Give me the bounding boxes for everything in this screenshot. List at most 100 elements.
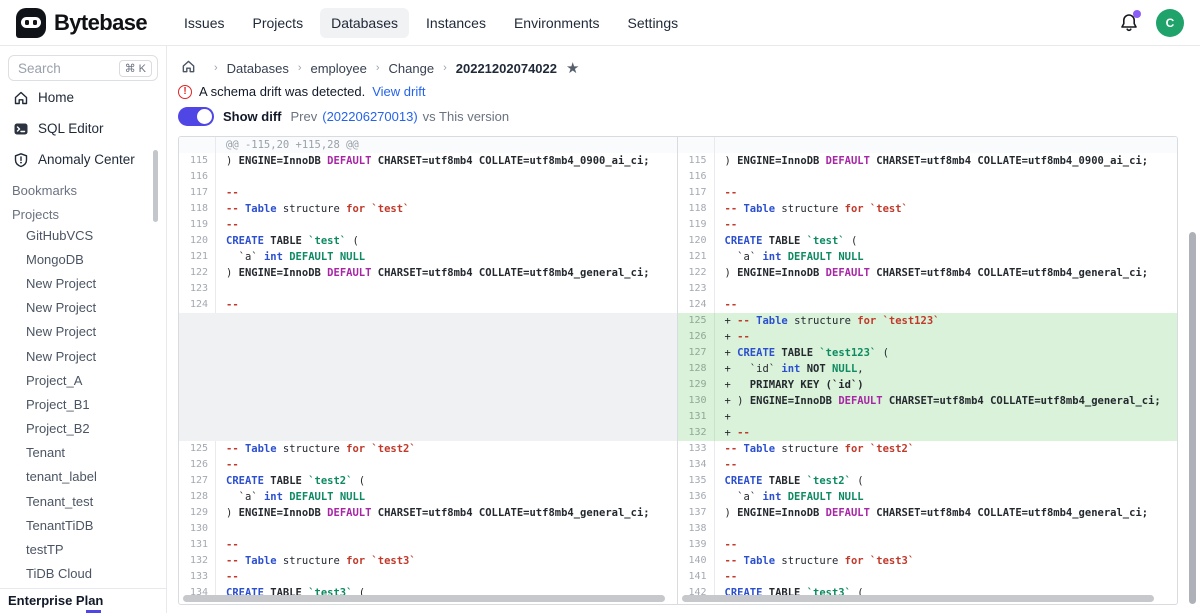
show-diff-toggle[interactable] xyxy=(178,107,214,126)
diff-row: 128+ `id` int NOT NULL, xyxy=(678,361,1178,377)
nav-item-settings[interactable]: Settings xyxy=(617,8,690,38)
diff-code-line xyxy=(216,521,226,537)
breadcrumb-item[interactable]: 20221202074022 xyxy=(456,61,557,76)
diff-code-line: `a` int DEFAULT NULL xyxy=(216,249,365,265)
drift-alert-text: A schema drift was detected. xyxy=(199,84,365,99)
diff-row: 124-- xyxy=(179,297,677,313)
diff-code-line: CREATE TABLE `test` ( xyxy=(216,233,359,249)
project-item[interactable]: New Project xyxy=(8,320,158,344)
left-horizontal-scrollbar[interactable] xyxy=(183,595,665,602)
right-horizontal-scrollbar[interactable] xyxy=(682,595,1154,602)
nav-item-databases[interactable]: Databases xyxy=(320,8,409,38)
project-item[interactable]: testTP xyxy=(8,537,158,561)
diff-line-number: 123 xyxy=(179,281,216,297)
diff-row: 133-- xyxy=(179,569,677,585)
bookmark-star-icon[interactable]: ★ xyxy=(566,61,579,76)
diff-line-number: 133 xyxy=(678,441,715,457)
diff-line-number: 139 xyxy=(678,537,715,553)
project-item[interactable]: Project_A xyxy=(8,368,158,392)
diff-code-line: -- Table structure for `test3` xyxy=(216,553,416,569)
diff-line-number: 129 xyxy=(179,505,216,521)
diff-hunk-row: @@ -115,20 +115,28 @@ xyxy=(179,137,677,153)
diff-row: 120CREATE TABLE `test` ( xyxy=(179,233,677,249)
diff-line-number: 132 xyxy=(179,553,216,569)
diff-row: 127+ CREATE TABLE `test123` ( xyxy=(678,345,1178,361)
search-box[interactable]: ⌘ K xyxy=(8,55,158,81)
project-item[interactable]: Tenant_test xyxy=(8,489,158,513)
diff-row: 140-- Table structure for `test3` xyxy=(678,553,1178,569)
project-item[interactable]: New Project xyxy=(8,344,158,368)
toggle-knob xyxy=(197,109,212,124)
search-input[interactable] xyxy=(18,61,96,76)
diff-line-number: 141 xyxy=(678,569,715,585)
diff-code-line: ) ENGINE=InnoDB DEFAULT CHARSET=utf8mb4 … xyxy=(715,265,1149,281)
avatar[interactable]: C xyxy=(1156,9,1184,37)
diff-line-number: 131 xyxy=(179,537,216,553)
primary-nav: IssuesProjectsDatabasesInstancesEnvironm… xyxy=(173,8,689,38)
project-item[interactable]: MongoDB xyxy=(8,247,158,271)
diff-line-number: 124 xyxy=(678,297,715,313)
diff-line-number: 128 xyxy=(678,361,715,377)
project-item[interactable]: tenant_label xyxy=(8,465,158,489)
diff-line-number: 128 xyxy=(179,489,216,505)
diff-row: 116 xyxy=(678,169,1178,185)
diff-row: 138 xyxy=(678,521,1178,537)
view-drift-link[interactable]: View drift xyxy=(372,84,425,99)
diff-code-line: + -- xyxy=(715,329,750,345)
project-item[interactable]: TiDB Cloud xyxy=(8,562,158,586)
enterprise-plan-label: Enterprise Plan xyxy=(0,588,166,613)
diff-line-number: 125 xyxy=(678,313,715,329)
project-item[interactable]: GitHubVCS xyxy=(8,223,158,247)
diff-line-number: 121 xyxy=(678,249,715,265)
diff-line-number: 132 xyxy=(678,425,715,441)
diff-line-number: 136 xyxy=(678,489,715,505)
sidebar-item-home[interactable]: Home xyxy=(8,83,158,112)
diff-row: 123 xyxy=(179,281,677,297)
project-item[interactable]: New Project xyxy=(8,296,158,320)
sidebar-item-sql-editor[interactable]: SQL Editor xyxy=(8,114,158,143)
breadcrumb-home-icon[interactable] xyxy=(181,59,196,77)
nav-item-projects[interactable]: Projects xyxy=(242,8,315,38)
breadcrumb-separator: › xyxy=(443,62,447,74)
diff-code-line xyxy=(216,281,226,297)
diff-row: 117-- xyxy=(678,185,1178,201)
diff-row: 125+ -- Table structure for `test123` xyxy=(678,313,1178,329)
nav-item-environments[interactable]: Environments xyxy=(503,8,611,38)
diff-code-line: -- Table structure for `test` xyxy=(715,201,908,217)
prev-version-link[interactable]: (202206270013) xyxy=(322,109,417,124)
breadcrumb-item[interactable]: Change xyxy=(389,61,435,76)
diff-row: 125-- Table structure for `test2` xyxy=(179,441,677,457)
diff-line-number: 125 xyxy=(179,441,216,457)
breadcrumb-item[interactable]: Databases xyxy=(227,61,289,76)
diff-code-line: + ) ENGINE=InnoDB DEFAULT CHARSET=utf8mb… xyxy=(715,393,1161,409)
sidebar-item-label: SQL Editor xyxy=(38,121,104,136)
project-item[interactable]: New Project xyxy=(8,271,158,295)
notification-bell-icon[interactable] xyxy=(1118,12,1140,34)
project-item[interactable]: Project_B2 xyxy=(8,417,158,441)
project-item[interactable]: Tenant xyxy=(8,441,158,465)
page-vertical-scrollbar[interactable] xyxy=(1189,232,1196,604)
diff-row: 116 xyxy=(179,169,677,185)
brand[interactable]: Bytebase xyxy=(16,8,147,38)
diff-code-line: CREATE TABLE `test2` ( xyxy=(216,473,365,489)
breadcrumb-item[interactable]: employee xyxy=(311,61,367,76)
diff-code-line: -- xyxy=(715,297,738,313)
diff-code-line: -- Table structure for `test` xyxy=(216,201,409,217)
diff-toolbar: Show diff Prev (202206270013) vs This ve… xyxy=(178,107,509,126)
diff-code-line: ) ENGINE=InnoDB DEFAULT CHARSET=utf8mb4 … xyxy=(715,505,1149,521)
sidebar-item-anomaly-center[interactable]: Anomaly Center xyxy=(8,145,158,174)
sidebar-scrollbar[interactable] xyxy=(153,150,158,222)
project-item[interactable]: TenantTiDB xyxy=(8,513,158,537)
nav-item-instances[interactable]: Instances xyxy=(415,8,497,38)
diff-row: 132+ -- xyxy=(678,425,1178,441)
diff-code-line: -- xyxy=(216,569,239,585)
nav-item-issues[interactable]: Issues xyxy=(173,8,235,38)
diff-row: 137) ENGINE=InnoDB DEFAULT CHARSET=utf8m… xyxy=(678,505,1178,521)
diff-line-number xyxy=(678,137,715,153)
diff-code-line xyxy=(216,169,226,185)
brand-name: Bytebase xyxy=(54,10,147,36)
diff-code-line: @@ -115,20 +115,28 @@ xyxy=(216,137,359,153)
diff-line-number: 138 xyxy=(678,521,715,537)
diff-line-number: 129 xyxy=(678,377,715,393)
project-item[interactable]: Project_B1 xyxy=(8,392,158,416)
